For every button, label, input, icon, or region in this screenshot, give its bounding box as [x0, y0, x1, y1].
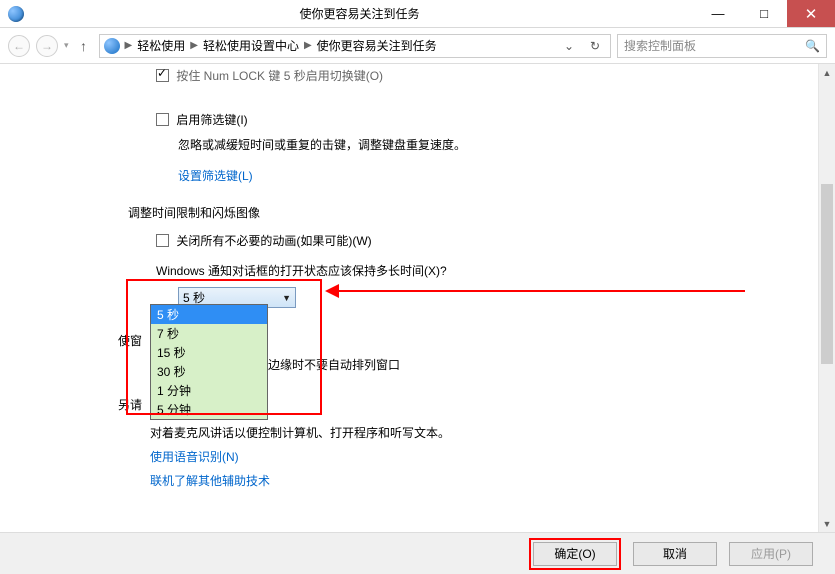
- dropdown-option[interactable]: 5 分钟: [151, 400, 267, 419]
- app-icon: [8, 6, 24, 22]
- cancel-button[interactable]: 取消: [633, 542, 717, 566]
- filter-keys-checkbox[interactable]: [156, 113, 169, 126]
- minimize-button[interactable]: —: [695, 0, 741, 27]
- annotation-ok-highlight: 确定(O): [529, 538, 621, 570]
- toggle-keys-row: 按住 Num LOCK 键 5 秒启用切换键(O): [156, 66, 807, 84]
- footer: 确定(O) 取消 应用(P): [0, 532, 835, 574]
- obscured-label-2: 另请: [118, 396, 142, 413]
- breadcrumb-seg-2[interactable]: 轻松使用设置中心: [203, 37, 299, 54]
- breadcrumb-seg-3[interactable]: 使你更容易关注到任务: [317, 37, 437, 54]
- filter-keys-label: 启用筛选键(I): [176, 113, 247, 127]
- notification-duration-label: Windows 通知对话框的打开状态应该保持多长时间(X)?: [156, 261, 807, 281]
- chevron-right-icon: ▶: [122, 40, 136, 51]
- scroll-down-icon[interactable]: ▼: [819, 515, 835, 532]
- dropdown-option[interactable]: 1 分钟: [151, 381, 267, 400]
- ok-button[interactable]: 确定(O): [533, 542, 617, 566]
- chevron-right-icon: ▶: [301, 40, 315, 51]
- navbar: ← → ▾ ↑ ▶ 轻松使用 ▶ 轻松使用设置中心 ▶ 使你更容易关注到任务 ⌄…: [0, 28, 835, 64]
- scroll-thumb[interactable]: [821, 184, 833, 364]
- dropdown-option[interactable]: 30 秒: [151, 362, 267, 381]
- vertical-scrollbar[interactable]: ▲ ▼: [818, 64, 835, 532]
- scroll-up-icon[interactable]: ▲: [819, 64, 835, 81]
- more-assistive-tech-link[interactable]: 联机了解其他辅助技术: [150, 472, 270, 489]
- close-button[interactable]: ✕: [787, 0, 835, 27]
- speech-recognition-link[interactable]: 使用语音识别(N): [150, 448, 239, 465]
- refresh-icon[interactable]: ↻: [584, 39, 606, 53]
- disable-animations-checkbox[interactable]: [156, 234, 169, 247]
- maximize-button[interactable]: □: [741, 0, 787, 27]
- search-input[interactable]: 搜索控制面板 🔍: [617, 34, 827, 58]
- section-time-limits-header: 调整时间限制和闪烁图像: [128, 204, 807, 221]
- breadcrumb-seg-1[interactable]: 轻松使用: [137, 37, 185, 54]
- address-dropdown-icon[interactable]: ⌄: [558, 39, 580, 53]
- window-controls: — □ ✕: [695, 0, 835, 27]
- search-icon: 🔍: [805, 39, 820, 53]
- filter-keys-row: 启用筛选键(I): [156, 110, 807, 130]
- obscured-label-1: 使窗: [118, 332, 142, 349]
- address-bar[interactable]: ▶ 轻松使用 ▶ 轻松使用设置中心 ▶ 使你更容易关注到任务 ⌄ ↻: [99, 34, 611, 58]
- search-placeholder: 搜索控制面板: [624, 37, 696, 54]
- notification-duration-dropdown[interactable]: 5 秒 7 秒 15 秒 30 秒 1 分钟 5 分钟: [150, 304, 268, 420]
- dropdown-option[interactable]: 5 秒: [151, 305, 267, 324]
- annotation-arrow: [330, 290, 745, 292]
- forward-button[interactable]: →: [36, 35, 58, 57]
- speech-desc: 对着麦克风讲话以便控制计算机、打开程序和听写文本。: [150, 424, 450, 441]
- filter-keys-settings-link[interactable]: 设置筛选键(L): [178, 167, 807, 184]
- disable-animations-row: 关闭所有不必要的动画(如果可能)(W): [156, 231, 807, 251]
- apply-button[interactable]: 应用(P): [729, 542, 813, 566]
- toggle-keys-checkbox[interactable]: [156, 69, 169, 82]
- back-button[interactable]: ←: [8, 35, 30, 57]
- disable-animations-label: 关闭所有不必要的动画(如果可能)(W): [176, 234, 371, 248]
- history-dropdown-icon[interactable]: ▾: [64, 40, 69, 51]
- chevron-down-icon: ▼: [282, 293, 291, 303]
- window-title: 使你更容易关注到任务: [24, 5, 695, 22]
- up-button[interactable]: ↑: [75, 38, 93, 54]
- filter-keys-desc: 忽略或减缓短时间或重复的击键，调整键盘重复速度。: [178, 136, 807, 153]
- dropdown-option[interactable]: 7 秒: [151, 324, 267, 343]
- location-icon: [104, 38, 120, 54]
- dropdown-option[interactable]: 15 秒: [151, 343, 267, 362]
- chevron-right-icon: ▶: [187, 40, 201, 51]
- titlebar: 使你更容易关注到任务 — □ ✕: [0, 0, 835, 28]
- content-pane: 按住 Num LOCK 键 5 秒启用切换键(O) 启用筛选键(I) 忽略或减缓…: [0, 64, 835, 532]
- toggle-keys-label: 按住 Num LOCK 键 5 秒启用切换键(O): [176, 69, 383, 83]
